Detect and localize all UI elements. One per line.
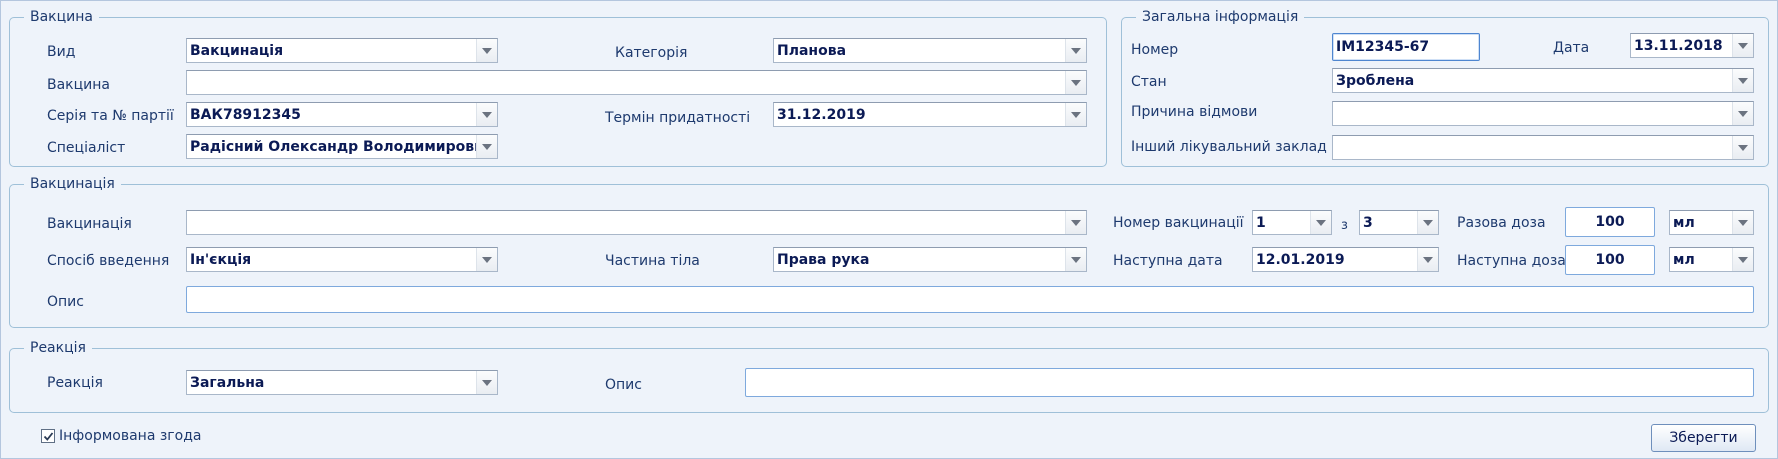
vaccination-number-select[interactable]: 1 bbox=[1252, 210, 1332, 235]
vaccination-total-value: 3 bbox=[1363, 214, 1373, 231]
next-date-picker[interactable]: 12.01.2019 bbox=[1252, 247, 1439, 272]
chevron-down-icon[interactable] bbox=[1065, 71, 1086, 94]
checkmark-icon[interactable] bbox=[41, 429, 55, 443]
specialist-select[interactable]: Радісний Олександр Володимирович bbox=[186, 134, 498, 159]
category-select-value: Планова bbox=[777, 42, 847, 59]
next-dose-input[interactable]: 100 bbox=[1565, 245, 1655, 275]
reaction-group-title: Реакція bbox=[30, 340, 86, 356]
single-dose-input[interactable]: 100 bbox=[1565, 207, 1655, 237]
chevron-down-icon[interactable] bbox=[1732, 136, 1753, 159]
chevron-down-icon[interactable] bbox=[476, 135, 497, 158]
chevron-down-icon[interactable] bbox=[1732, 69, 1753, 92]
chevron-down-icon[interactable] bbox=[1065, 39, 1086, 62]
reaction-description-label: Опис bbox=[605, 377, 642, 393]
vaccination-number-value: 1 bbox=[1256, 214, 1266, 231]
of-label: з bbox=[1341, 218, 1348, 233]
reaction-select[interactable]: Загальна bbox=[186, 370, 498, 395]
series-label: Серія та № партії bbox=[47, 108, 174, 124]
save-button[interactable]: Зберегти bbox=[1651, 424, 1756, 452]
vaccination-description-input[interactable] bbox=[186, 286, 1754, 313]
vaccine-group-title: Вакцина bbox=[30, 9, 93, 25]
reaction-description-input[interactable] bbox=[745, 368, 1754, 397]
informed-consent-label: Інформована згода bbox=[59, 428, 202, 444]
category-select[interactable]: Планова bbox=[773, 38, 1087, 63]
specialist-select-value: Радісний Олександр Володимирович bbox=[190, 138, 476, 155]
informed-consent-checkbox[interactable]: Інформована згода bbox=[41, 428, 201, 444]
next-date-picker-value: 12.01.2019 bbox=[1256, 251, 1345, 268]
general-info-group-title: Загальна інформація bbox=[1142, 9, 1299, 25]
next-dose-label: Наступна доза bbox=[1457, 253, 1566, 269]
method-select-value: Ін'єкція bbox=[190, 251, 252, 268]
date-label: Дата bbox=[1553, 40, 1590, 56]
number-input[interactable]: ІМ12345-67 bbox=[1332, 33, 1480, 61]
vaccination-label: Вакцинація bbox=[47, 216, 132, 232]
vaccination-total-select[interactable]: 3 bbox=[1359, 210, 1439, 235]
body-part-select[interactable]: Права рука bbox=[773, 247, 1087, 272]
type-label: Вид bbox=[47, 44, 76, 60]
status-select-value: Зроблена bbox=[1336, 72, 1415, 89]
reaction-select-value: Загальна bbox=[190, 374, 265, 391]
vaccination-select[interactable] bbox=[186, 210, 1087, 235]
chevron-down-icon[interactable] bbox=[1417, 248, 1438, 271]
method-select[interactable]: Ін'єкція bbox=[186, 247, 498, 272]
specialist-label: Спеціаліст bbox=[47, 140, 126, 156]
chevron-down-icon[interactable] bbox=[476, 103, 497, 126]
vaccination-number-label: Номер вакцинації bbox=[1113, 215, 1244, 231]
chevron-down-icon[interactable] bbox=[1732, 102, 1753, 125]
category-label: Категорія bbox=[615, 45, 688, 61]
vaccine-label: Вакцина bbox=[47, 77, 110, 93]
chevron-down-icon[interactable] bbox=[1732, 34, 1753, 57]
single-dose-unit-select[interactable]: мл bbox=[1669, 210, 1754, 235]
vaccination-description-label: Опис bbox=[47, 294, 84, 310]
chevron-down-icon[interactable] bbox=[1732, 211, 1753, 234]
form-window: Вакцина Вид Вакцинація Категорія Планова… bbox=[0, 0, 1778, 459]
reaction-label: Реакція bbox=[47, 375, 103, 391]
next-date-label: Наступна дата bbox=[1113, 253, 1223, 269]
expiry-select-value: 31.12.2019 bbox=[777, 106, 866, 123]
series-select[interactable]: ВАК78912345 bbox=[186, 102, 498, 127]
single-dose-unit-value: мл bbox=[1673, 214, 1695, 231]
type-select[interactable]: Вакцинація bbox=[186, 38, 498, 63]
expiry-select[interactable]: 31.12.2019 bbox=[773, 102, 1087, 127]
chevron-down-icon[interactable] bbox=[1065, 211, 1086, 234]
number-label: Номер bbox=[1131, 42, 1179, 58]
single-dose-label: Разова доза bbox=[1457, 215, 1546, 231]
status-select[interactable]: Зроблена bbox=[1332, 68, 1754, 93]
chevron-down-icon[interactable] bbox=[1732, 248, 1753, 271]
next-dose-unit-value: мл bbox=[1673, 251, 1695, 268]
refusal-reason-label: Причина відмови bbox=[1131, 104, 1258, 120]
chevron-down-icon[interactable] bbox=[476, 371, 497, 394]
other-facility-select[interactable] bbox=[1332, 135, 1754, 160]
chevron-down-icon[interactable] bbox=[1065, 248, 1086, 271]
vaccination-group-title: Вакцинація bbox=[30, 176, 115, 192]
series-select-value: ВАК78912345 bbox=[190, 106, 301, 123]
date-picker-value: 13.11.2018 bbox=[1634, 37, 1723, 54]
chevron-down-icon[interactable] bbox=[1065, 103, 1086, 126]
body-part-select-value: Права рука bbox=[777, 251, 870, 268]
type-select-value: Вакцинація bbox=[190, 42, 284, 59]
status-label: Стан bbox=[1131, 74, 1167, 90]
body-part-label: Частина тіла bbox=[605, 253, 700, 269]
chevron-down-icon[interactable] bbox=[476, 248, 497, 271]
vaccine-select[interactable] bbox=[186, 70, 1087, 95]
date-picker[interactable]: 13.11.2018 bbox=[1630, 33, 1754, 58]
method-label: Спосіб введення bbox=[47, 253, 170, 269]
other-facility-label: Інший лікувальний заклад bbox=[1131, 139, 1327, 155]
refusal-reason-select[interactable] bbox=[1332, 101, 1754, 126]
chevron-down-icon[interactable] bbox=[476, 39, 497, 62]
chevron-down-icon[interactable] bbox=[1310, 211, 1331, 234]
chevron-down-icon[interactable] bbox=[1417, 211, 1438, 234]
next-dose-unit-select[interactable]: мл bbox=[1669, 247, 1754, 272]
expiry-label: Термін придатності bbox=[605, 110, 751, 126]
